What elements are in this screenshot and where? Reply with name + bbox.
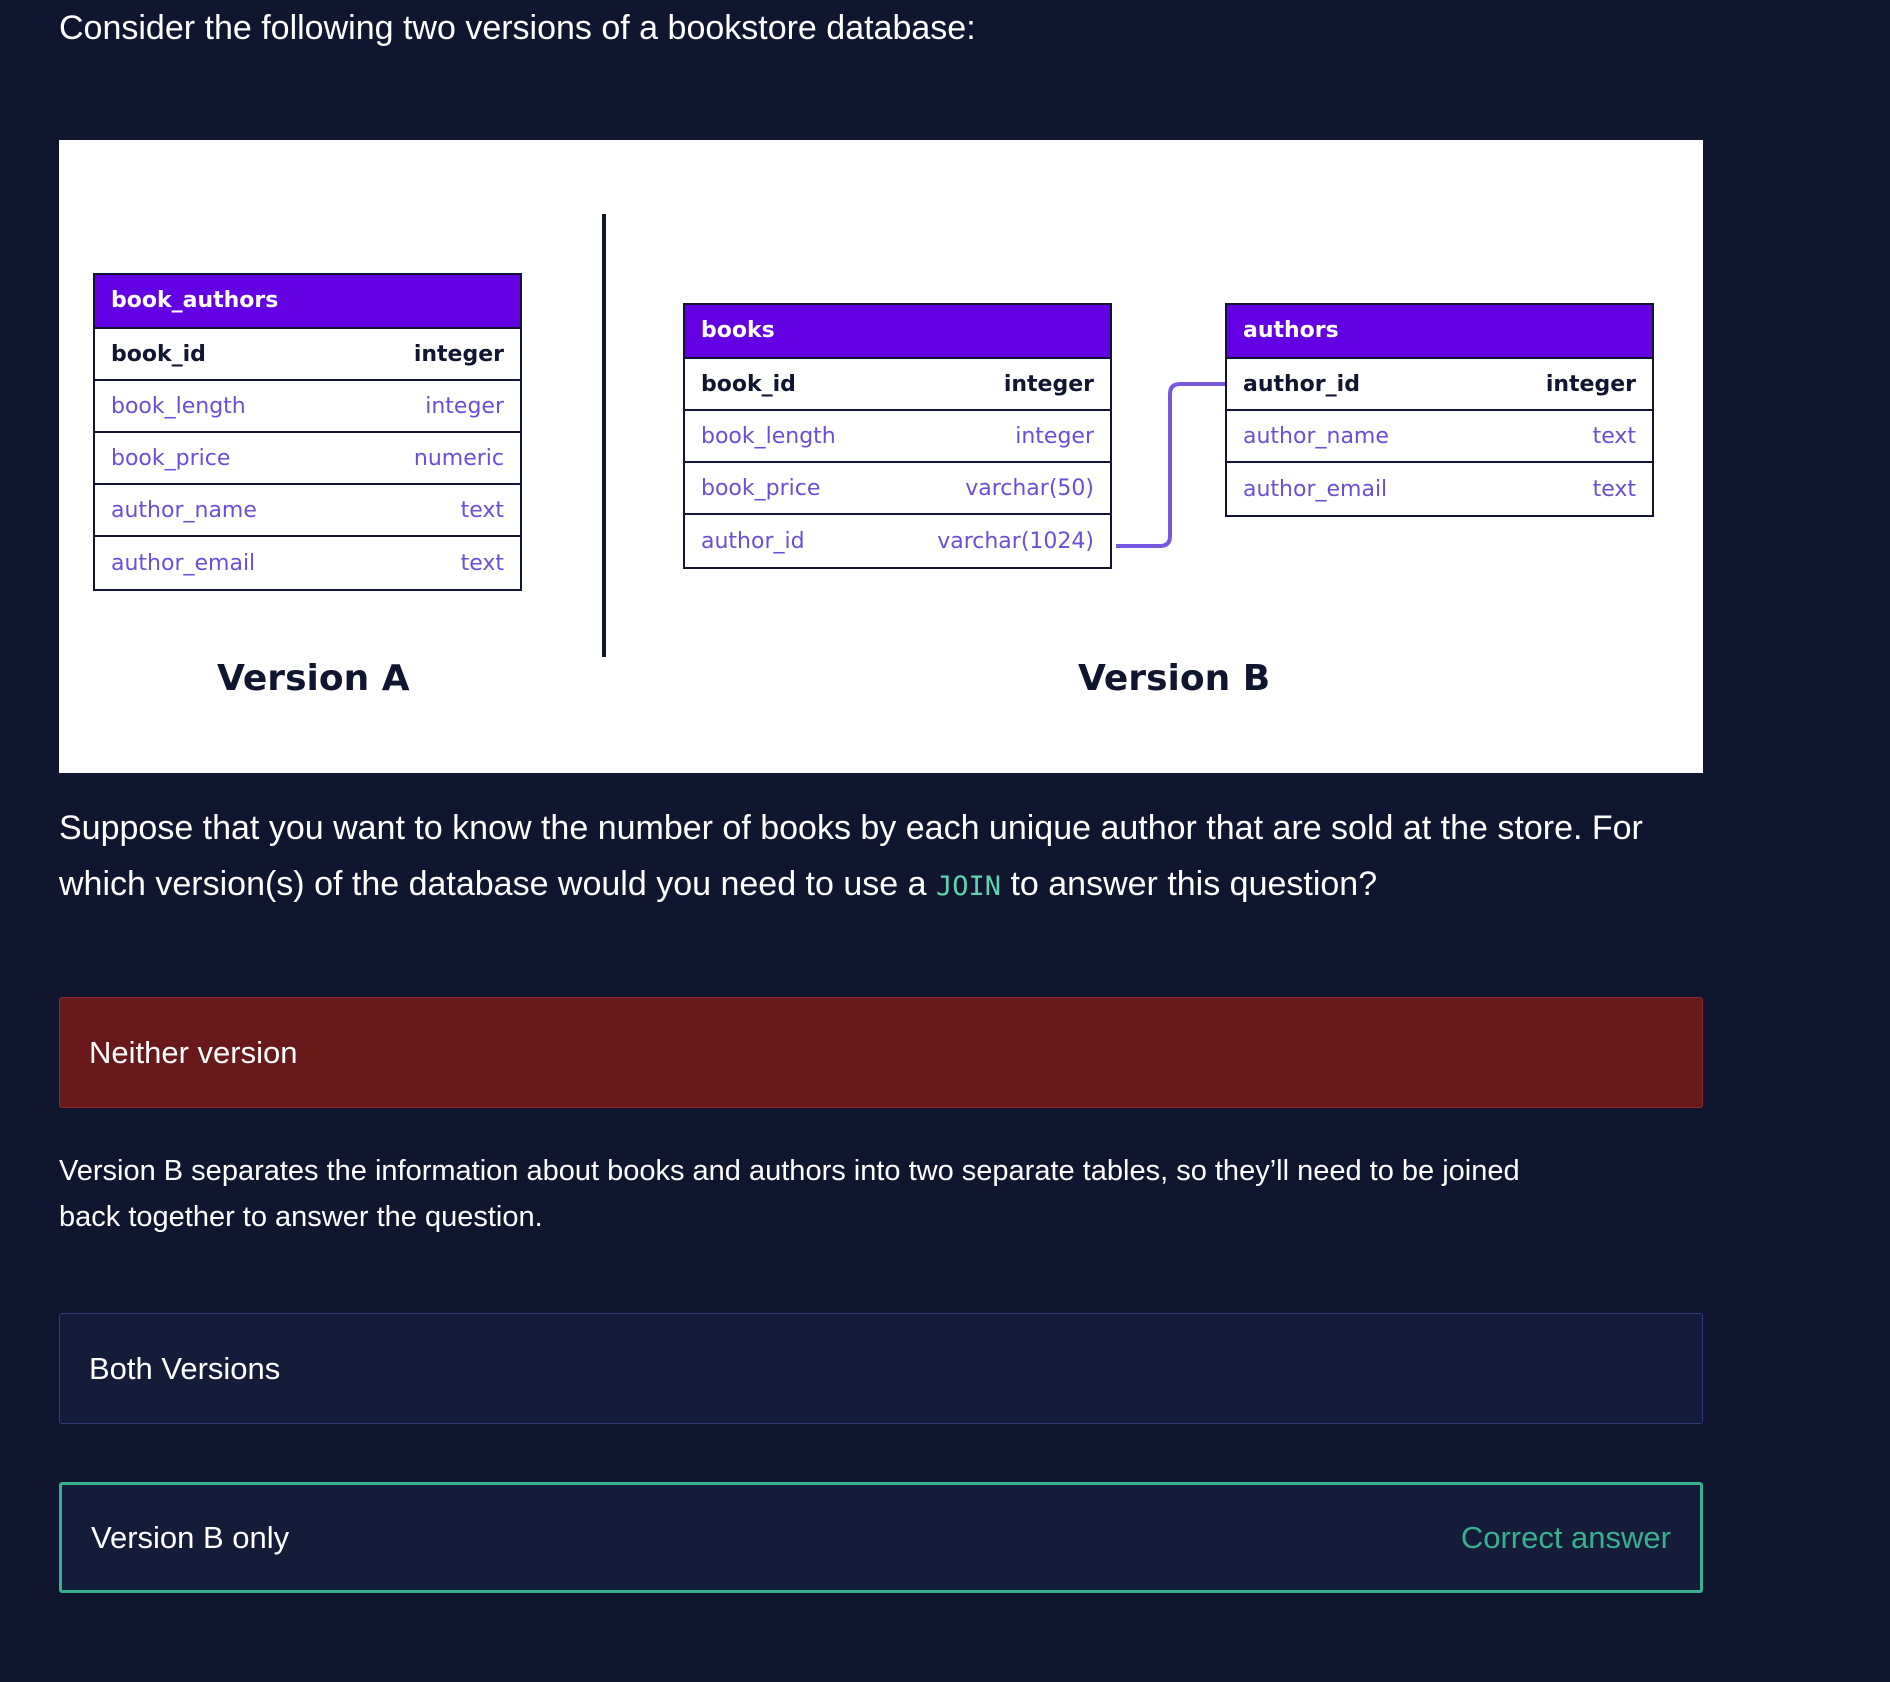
table-row: book_price varchar(50) [685, 463, 1110, 515]
field-name: book_price [701, 475, 821, 501]
table-row: book_id integer [685, 359, 1110, 411]
version-b-caption: Version B [1078, 658, 1271, 699]
field-type: integer [1015, 423, 1094, 449]
table-authors: authors author_id integer author_name te… [1225, 303, 1654, 517]
field-type: text [1592, 476, 1636, 502]
field-type: text [1592, 423, 1636, 449]
table-header: books [685, 305, 1110, 359]
field-name: author_id [701, 528, 805, 554]
table-row: author_name text [1227, 411, 1652, 463]
field-type: integer [1003, 371, 1094, 397]
join-code: JOIN [935, 871, 1002, 902]
option-label: Both Versions [89, 1350, 281, 1386]
table-header: authors [1227, 305, 1652, 359]
question-before: Suppose that you want to know the number… [59, 809, 1643, 903]
table-row: author_id integer [1227, 359, 1652, 411]
intro-text: Consider the following two versions of a… [59, 9, 976, 47]
field-type: integer [1545, 371, 1636, 397]
table-row: author_email text [1227, 463, 1652, 515]
version-a-caption: Version A [217, 658, 410, 699]
answer-feedback: Version B separates the information abou… [59, 1155, 1520, 1233]
schema-diagram: book_authors book_id integer book_length… [59, 140, 1703, 773]
field-name: author_name [1243, 423, 1389, 449]
question-text: Suppose that you want to know the number… [59, 800, 1719, 915]
option-both-versions[interactable]: Both Versions [59, 1313, 1703, 1424]
question-after: to answer this question? [1001, 865, 1378, 903]
table-row: author_id varchar(1024) [685, 515, 1110, 567]
option-neither-version[interactable]: Neither version [59, 997, 1703, 1108]
field-type: varchar(50) [965, 475, 1094, 501]
correct-answer-badge: Correct answer [1460, 1519, 1671, 1555]
field-name: book_length [701, 423, 836, 449]
option-label: Version B only [91, 1519, 290, 1555]
field-name: author_email [1243, 476, 1388, 502]
table-row: book_length integer [685, 411, 1110, 463]
table-books: books book_id integer book_length intege… [683, 303, 1112, 569]
field-name: book_id [701, 371, 796, 397]
field-type: varchar(1024) [937, 528, 1094, 554]
option-label: Neither version [89, 1034, 298, 1070]
field-name: author_id [1243, 371, 1360, 397]
option-version-b-only[interactable]: Version B only Correct answer [59, 1482, 1703, 1593]
